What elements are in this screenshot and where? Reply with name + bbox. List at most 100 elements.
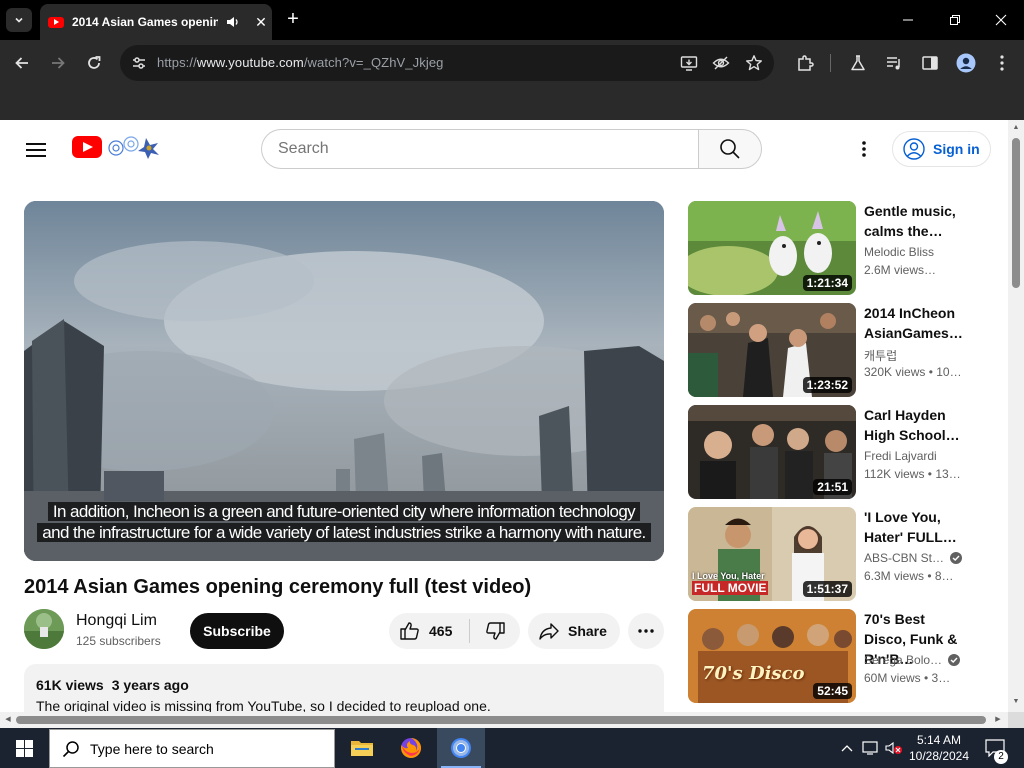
recommended-video[interactable]: I Love You, Hater FULL MOVIE 1:51:37 'I … xyxy=(688,507,988,601)
recommended-video-title[interactable]: Gentle music, calms the… xyxy=(864,201,968,241)
video-player[interactable]: In addition, Incheon is a green and futu… xyxy=(24,201,664,561)
labs-flask-icon[interactable] xyxy=(848,53,868,73)
dislike-button[interactable] xyxy=(471,613,519,649)
tab-search-button[interactable] xyxy=(6,8,32,32)
hamburger-menu-icon[interactable] xyxy=(24,138,48,162)
search-input[interactable] xyxy=(278,138,678,160)
restore-icon[interactable] xyxy=(937,8,973,32)
install-app-icon[interactable] xyxy=(679,53,699,73)
toolbar-divider xyxy=(830,54,831,72)
recommended-video-title[interactable]: 2014 InCheon AsianGames… xyxy=(864,303,968,343)
recommended-video[interactable]: 1:23:52 2014 InCheon AsianGames… 캐투럽 320… xyxy=(688,303,988,397)
browser-tab-bar: 2014 Asian Games opening ceremony full (… xyxy=(0,0,1024,40)
tab-close-icon[interactable]: ✕ xyxy=(252,14,270,31)
youtube-logo-icon[interactable] xyxy=(72,136,102,158)
like-divider xyxy=(469,619,470,643)
video-duration: 1:51:37 xyxy=(802,581,852,597)
description-text: The original video is missing from YouTu… xyxy=(36,698,491,712)
upload-age: 3 years ago xyxy=(111,677,189,693)
browser-menu-dots-icon[interactable] xyxy=(992,53,1012,73)
scroll-left-arrow-icon[interactable]: ◀ xyxy=(0,715,16,723)
taskbar-search-input[interactable] xyxy=(90,740,310,757)
windows-taskbar: 5:14 AM 10/28/2024 2 xyxy=(0,728,1024,768)
chrome-icon xyxy=(451,738,471,758)
back-arrow-icon[interactable] xyxy=(10,51,34,75)
firefox-icon xyxy=(401,737,422,758)
sign-in-button[interactable]: Sign in xyxy=(892,131,991,167)
video-thumbnail[interactable]: 70's Disco 52:45 xyxy=(688,609,856,703)
system-clock[interactable]: 5:14 AM 10/28/2024 xyxy=(902,732,976,764)
network-icon[interactable] xyxy=(860,728,882,768)
recommended-video-stats: 2.6M views… xyxy=(864,263,937,277)
recommended-video-channel: ABS-CBN St… xyxy=(864,551,963,565)
volume-muted-icon[interactable] xyxy=(884,728,904,768)
chevron-down-icon xyxy=(15,17,23,23)
thumbs-down-icon xyxy=(486,622,505,640)
more-actions-button[interactable] xyxy=(628,613,664,649)
notification-count-badge: 2 xyxy=(994,750,1008,764)
youtube-doodle-flowers-icon[interactable] xyxy=(104,134,166,160)
video-thumbnail[interactable]: 1:21:34 xyxy=(688,201,856,295)
scroll-down-arrow-icon[interactable]: ▼ xyxy=(1008,698,1024,705)
recommended-video-title[interactable]: 'I Love You, Hater' FULL… xyxy=(864,507,968,547)
notification-center-button[interactable]: 2 xyxy=(982,728,1008,768)
subscribe-button[interactable]: Subscribe xyxy=(190,613,284,649)
video-thumbnail[interactable]: 21:51 xyxy=(688,405,856,499)
like-count: 465 xyxy=(429,623,453,639)
vertical-scrollbar[interactable]: ▲ ▼ xyxy=(1008,120,1024,712)
bookmark-star-icon[interactable] xyxy=(744,53,764,73)
recommended-video-title[interactable]: Carl Hayden High School… xyxy=(864,405,968,445)
forward-arrow-icon[interactable] xyxy=(46,51,70,75)
eye-slash-icon[interactable] xyxy=(711,53,731,73)
subscriber-count: 125 subscribers xyxy=(76,634,161,648)
view-count: 61K views xyxy=(36,677,104,693)
reload-icon[interactable] xyxy=(82,51,106,75)
file-explorer-button[interactable] xyxy=(338,728,386,768)
chrome-button[interactable] xyxy=(437,728,485,768)
video-duration: 21:51 xyxy=(813,479,852,495)
site-info-tune-icon[interactable] xyxy=(128,52,150,74)
new-tab-plus-icon[interactable]: + xyxy=(282,8,304,30)
recommended-video[interactable]: 21:51 Carl Hayden High School… Fredi Laj… xyxy=(688,405,988,499)
thumbnail-text: I Love You, Hater xyxy=(692,571,765,581)
share-label: Share xyxy=(568,623,607,639)
show-hidden-icons-chevron-icon[interactable] xyxy=(838,728,856,768)
video-thumbnail[interactable]: I Love You, Hater FULL MOVIE 1:51:37 xyxy=(688,507,856,601)
extensions-puzzle-icon[interactable] xyxy=(795,53,815,73)
clock-time: 5:14 AM xyxy=(916,733,962,747)
share-button[interactable]: Share xyxy=(528,613,620,649)
recommended-video[interactable]: 1:21:34 Gentle music, calms the… Melodic… xyxy=(688,201,988,295)
like-button[interactable]: 465 xyxy=(389,613,469,649)
settings-more-icon[interactable] xyxy=(852,137,876,161)
window-close-icon[interactable] xyxy=(983,8,1019,32)
channel-avatar[interactable] xyxy=(24,609,64,649)
side-panel-icon[interactable] xyxy=(920,53,940,73)
media-controls-icon[interactable] xyxy=(884,53,904,73)
youtube-page: Sign in In ad xyxy=(0,120,1008,712)
folder-icon xyxy=(351,741,373,756)
description-box[interactable]: 61K views 3 years ago The original video … xyxy=(24,664,664,712)
tab-title: 2014 Asian Games opening ceremony full (… xyxy=(72,15,218,29)
recommended-video[interactable]: 70's Disco 52:45 70's Best Disco, Funk &… xyxy=(688,609,988,703)
video-duration: 1:21:34 xyxy=(802,275,852,291)
verified-check-icon xyxy=(948,654,961,666)
horizontal-scroll-thumb[interactable] xyxy=(16,716,986,724)
scroll-right-arrow-icon[interactable]: ▶ xyxy=(990,715,1006,723)
search-button[interactable] xyxy=(698,129,762,169)
scroll-up-arrow-icon[interactable]: ▲ xyxy=(1008,124,1024,131)
channel-name[interactable]: Hongqi Lim xyxy=(76,612,157,630)
thumbs-up-icon xyxy=(400,622,419,640)
video-thumbnail[interactable]: 1:23:52 xyxy=(688,303,856,397)
address-bar[interactable]: https://www.youtube.com/watch?v=_QZhV_Jk… xyxy=(120,45,774,81)
browser-tab-youtube[interactable]: 2014 Asian Games opening ceremony full (… xyxy=(40,4,272,40)
vertical-scroll-thumb[interactable] xyxy=(1012,138,1020,288)
profile-avatar-icon[interactable] xyxy=(956,53,976,73)
start-button[interactable] xyxy=(0,728,48,768)
horizontal-scrollbar[interactable]: ◀ ▶ xyxy=(0,712,1008,728)
sign-in-label: Sign in xyxy=(933,141,980,157)
minimize-icon[interactable] xyxy=(890,8,926,32)
speaker-icon[interactable] xyxy=(224,13,242,31)
verified-check-icon xyxy=(950,552,963,564)
taskbar-search-box[interactable] xyxy=(49,729,335,768)
firefox-button[interactable] xyxy=(387,728,435,768)
